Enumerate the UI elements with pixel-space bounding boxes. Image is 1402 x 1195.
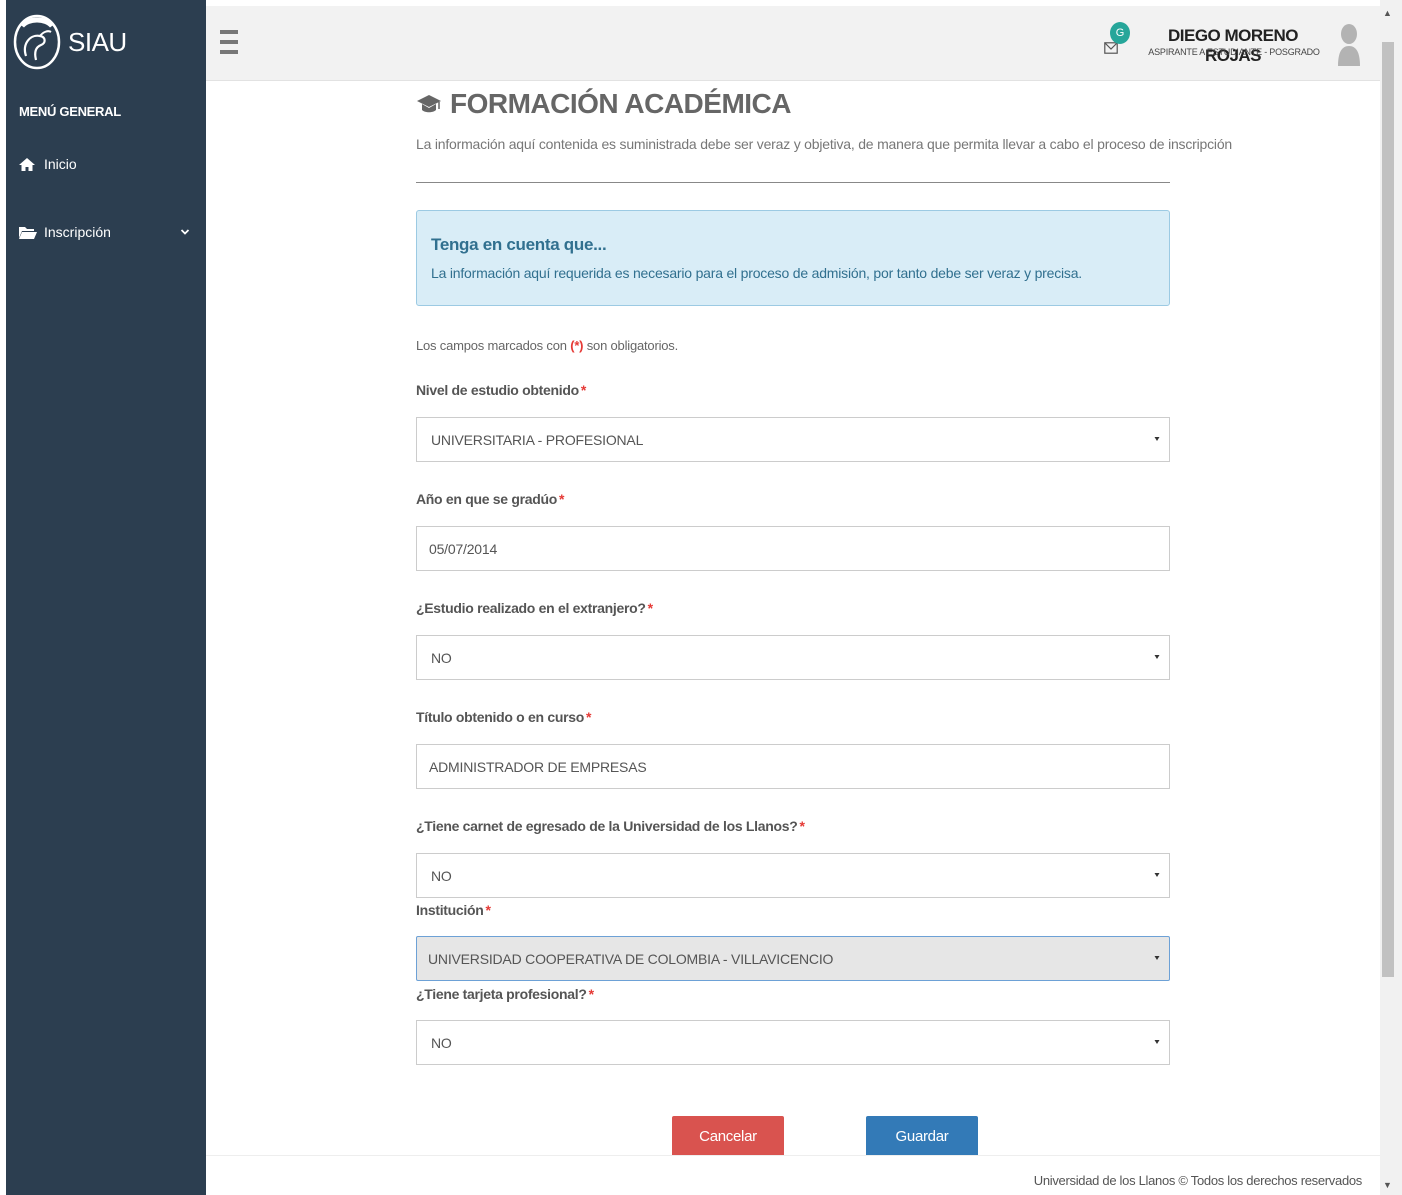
select-value: UNIVERSITARIA - PROFESIONAL [431, 431, 644, 448]
ano-graduacion-input[interactable]: 05/07/2014 [416, 526, 1170, 571]
field-label-text: Año en que se gradúo [416, 491, 558, 507]
notifications[interactable]: G [1104, 22, 1134, 62]
user-name[interactable]: DIEGO MORENO ROJAS [1158, 26, 1308, 66]
page-title: FORMACIÓN ACADÉMICA [416, 88, 792, 120]
unillanos-logo-icon [13, 14, 61, 70]
graduation-cap-icon [417, 95, 441, 113]
chevron-down-icon [180, 229, 190, 235]
sidebar-item-inscripcion[interactable]: Inscripción [18, 224, 190, 240]
caret-down-icon [1154, 1040, 1160, 1044]
caret-down-icon [1154, 873, 1160, 877]
field-label-text: ¿Tiene tarjeta profesional? [416, 986, 587, 1002]
folder-open-icon [18, 224, 38, 240]
required-note-prefix: Los campos marcados con [416, 338, 567, 353]
caret-down-icon [1154, 956, 1160, 960]
home-icon [18, 156, 38, 172]
field-label-titulo: Título obtenido o en curso * [416, 709, 591, 725]
field-label-text: ¿Tiene carnet de egresado de la Universi… [416, 818, 798, 834]
footer: Universidad de los Llanos © Todos los de… [206, 1155, 1380, 1195]
save-button[interactable]: Guardar [866, 1116, 978, 1156]
scroll-up-icon[interactable]: ▲ [1383, 8, 1392, 18]
caret-down-icon [1154, 437, 1160, 441]
envelope-icon [1104, 42, 1118, 54]
user-role: ASPIRANTE A ESTUDIANTE - POSGRADO [1148, 47, 1320, 57]
cancel-button[interactable]: Cancelar [672, 1116, 784, 1156]
app-logo[interactable]: SIAU [12, 12, 127, 72]
field-label-text: Título obtenido o en curso [416, 709, 584, 725]
required-asterisk: * [799, 818, 805, 834]
menu-title: MENÚ GENERAL [19, 104, 121, 119]
field-label-carnet-egresado: ¿Tiene carnet de egresado de la Universi… [416, 818, 805, 834]
sidebar-item-inicio[interactable]: Inicio [18, 156, 190, 172]
sidebar-item-label: Inicio [44, 156, 77, 172]
user-avatar-icon[interactable] [1336, 22, 1362, 68]
scrollbar-thumb[interactable] [1382, 42, 1394, 977]
sidebar: SIAU MENÚ GENERAL Inicio Inscripción [6, 0, 206, 1195]
required-asterisk: * [485, 902, 491, 918]
select-value: UNIVERSIDAD COOPERATIVA DE COLOMBIA - VI… [428, 950, 834, 967]
divider [416, 182, 1170, 183]
field-label-text: ¿Estudio realizado en el extranjero? [416, 600, 646, 616]
scroll-down-icon[interactable]: ▼ [1383, 1180, 1392, 1190]
field-label-institucion: Institución * [416, 902, 491, 918]
field-label-nivel-estudio: Nivel de estudio obtenido * [416, 382, 586, 398]
page-subtitle: La información aquí contenida es suminis… [416, 136, 1233, 152]
select-value: NO [431, 649, 452, 666]
footer-text: Universidad de los Llanos © Todos los de… [1033, 1173, 1363, 1188]
extranjero-select[interactable]: NO [416, 635, 1170, 680]
notification-badge: G [1110, 22, 1130, 44]
required-asterisk: * [580, 382, 587, 398]
required-asterisk: * [585, 709, 592, 725]
carnet-egresado-select[interactable]: NO [416, 853, 1170, 898]
required-marker: (*) [570, 338, 584, 353]
required-asterisk: * [559, 491, 565, 507]
alert-text: La información aquí requerida es necesar… [431, 265, 1082, 281]
field-label-text: Nivel de estudio obtenido [416, 382, 579, 398]
required-note: Los campos marcados con (*) son obligato… [416, 338, 678, 353]
menu-toggle-icon[interactable] [220, 30, 238, 54]
select-value: NO [431, 867, 452, 884]
info-alert: Tenga en cuenta que... La información aq… [416, 210, 1170, 306]
app-name: SIAU [68, 26, 127, 57]
field-label-text: Institución [416, 902, 484, 918]
top-bar: G DIEGO MORENO ROJAS ASPIRANTE A ESTUDIA… [206, 6, 1380, 81]
nivel-estudio-select[interactable]: UNIVERSITARIA - PROFESIONAL [416, 417, 1170, 462]
required-note-suffix: son obligatorios. [586, 338, 679, 353]
select-value: NO [431, 1034, 452, 1051]
input-value: ADMINISTRADOR DE EMPRESAS [429, 758, 647, 775]
alert-title: Tenga en cuenta que... [431, 235, 607, 254]
page-title-text: FORMACIÓN ACADÉMICA [450, 88, 792, 119]
sidebar-item-label: Inscripción [44, 224, 111, 240]
field-label-extranjero: ¿Estudio realizado en el extranjero? * [416, 600, 653, 616]
field-label-tarjeta-profesional: ¿Tiene tarjeta profesional? * [416, 986, 594, 1002]
input-value: 05/07/2014 [429, 540, 498, 557]
caret-down-icon [1154, 655, 1160, 659]
field-label-ano-graduacion: Año en que se gradúo * [416, 491, 564, 507]
institucion-select[interactable]: UNIVERSIDAD COOPERATIVA DE COLOMBIA - VI… [416, 936, 1170, 981]
required-asterisk: * [588, 986, 594, 1002]
tarjeta-profesional-select[interactable]: NO [416, 1020, 1170, 1065]
titulo-input[interactable]: ADMINISTRADOR DE EMPRESAS [416, 744, 1170, 789]
required-asterisk: * [647, 600, 653, 616]
